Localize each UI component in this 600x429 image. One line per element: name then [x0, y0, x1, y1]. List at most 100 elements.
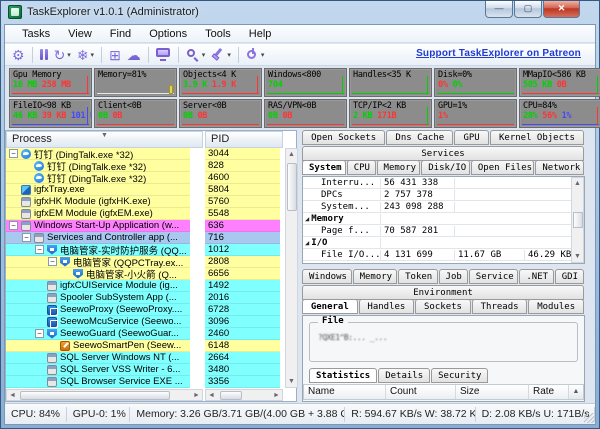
graph-panel-gpu-memory[interactable]: Gpu Memory16 MB 258 MB	[9, 68, 92, 97]
process-row[interactable]: −SeewoGuard (SeewoGuar...2460	[6, 328, 283, 340]
scroll-thumb[interactable]	[573, 212, 583, 228]
process-name-cell[interactable]: igfxEM Module (igfxEM.exe)	[6, 208, 190, 220]
menu-item-view[interactable]: View	[59, 26, 101, 42]
process-name-cell[interactable]: SQL Browser Service EXE ...	[6, 376, 190, 388]
tab-services[interactable]: Services	[302, 146, 584, 161]
process-name-cell[interactable]: −Windows Start-Up Application (w...	[6, 220, 190, 232]
process-row[interactable]: SQL Server VSS Writer - 6... 3480	[6, 364, 283, 376]
tree-expander-icon[interactable]: −	[35, 329, 44, 338]
process-name-cell[interactable]: Spooler SubSystem App (...	[6, 292, 190, 304]
process-pid-cell[interactable]: 1492	[205, 280, 280, 292]
tab-job[interactable]: Job	[439, 269, 468, 284]
tab-dns-cache[interactable]: Dns Cache	[386, 130, 453, 145]
process-vertical-scrollbar[interactable]: ▲ ▼	[285, 148, 298, 388]
tab-sockets[interactable]: Sockets	[415, 299, 471, 314]
graph-panel-handles-35-k[interactable]: Handles<35 K	[349, 68, 432, 97]
scroll-thumb[interactable]	[20, 391, 170, 400]
stats-col-name[interactable]: Name	[304, 385, 386, 399]
resize-grip[interactable]	[584, 413, 594, 423]
tab-details[interactable]: Details	[378, 368, 430, 383]
expanded-triangle-icon[interactable]: ◢	[305, 239, 309, 247]
process-row[interactable]: −电脑管家 (QQPCTray.ex...2808	[6, 256, 283, 268]
process-name-cell[interactable]: −Services and Controller app (...	[6, 232, 190, 244]
tab-modules[interactable]: Modules	[528, 299, 584, 314]
tree-expander-icon[interactable]: −	[48, 257, 57, 266]
system-stat-row[interactable]: Interru...56 431 338	[303, 177, 584, 189]
dropdown-caret-icon[interactable]: ▾	[227, 51, 231, 59]
scroll-down-icon[interactable]: ▼	[286, 376, 297, 387]
process-pid-cell[interactable]: 5804	[205, 184, 280, 196]
dropdown-caret-icon[interactable]: ▾	[202, 51, 206, 59]
menu-item-tools[interactable]: Tools	[196, 26, 240, 42]
pid-column-header[interactable]: PID	[205, 131, 283, 148]
tab-open-sockets[interactable]: Open Sockets	[302, 130, 385, 145]
tab-security[interactable]: Security	[431, 368, 488, 383]
process-row[interactable]: 电脑管家-小火箭 (Q...6656	[6, 268, 283, 280]
process-pid-cell[interactable]: 4600	[205, 172, 280, 184]
process-row[interactable]: SeewoMcuService (Seewo...3096	[6, 316, 283, 328]
process-pid-cell[interactable]: 5548	[205, 208, 280, 220]
scroll-left-icon[interactable]: ◄	[206, 390, 217, 401]
brush-icon[interactable]: ▾	[211, 46, 231, 64]
process-name-cell[interactable]: igfxHK Module (igfxHK.exe)	[6, 196, 190, 208]
graph-panel-fileio-98-kb[interactable]: FileIO<98 KB46 KB 39 KB 101 KB	[9, 99, 92, 128]
stats-col-rate[interactable]: Rate	[529, 385, 569, 399]
power-icon[interactable]: ▾	[246, 46, 265, 64]
process-row[interactable]: igfxHK Module (igfxHK.exe) 5760	[6, 196, 283, 208]
refresh-icon[interactable]: ↻▾	[54, 46, 71, 64]
process-name-cell[interactable]: SeewoMcuService (Seewo...	[6, 316, 190, 328]
process-row[interactable]: SQL Server Windows NT (...2664	[6, 352, 283, 364]
scroll-right-icon[interactable]: ►	[191, 390, 202, 401]
tree-expander-icon[interactable]: −	[9, 149, 18, 158]
scroll-left-icon[interactable]: ◄	[7, 390, 18, 401]
cloud-history-icon[interactable]: ☁	[127, 46, 141, 64]
graph-panel-gpu-1-[interactable]: GPU=1%1%	[434, 99, 517, 128]
monitor-icon[interactable]	[156, 46, 171, 64]
graph-panel-mmapio-586-kb[interactable]: MMapIO<586 KB505 KB 0B	[519, 68, 600, 97]
graph-panel-disk-0-[interactable]: Disk=0%0% 0%	[434, 68, 517, 97]
table-vertical-scrollbar[interactable]: ▲ ▼	[571, 177, 584, 263]
process-row[interactable]: −Windows Start-Up Application (w...636	[6, 220, 283, 232]
menu-item-options[interactable]: Options	[140, 26, 196, 42]
system-stat-row[interactable]: DPCs2 757 378	[303, 189, 584, 201]
stats-col-count[interactable]: Count	[386, 385, 456, 399]
expanded-triangle-icon[interactable]: ◢	[305, 215, 309, 223]
graph-panel-ras-vpn-0b[interactable]: RAS/VPN<0B0B 0B	[264, 99, 347, 128]
system-stat-row[interactable]: ◢Memory	[303, 213, 584, 225]
process-name-cell[interactable]: SQL Server Windows NT (...	[6, 352, 190, 364]
process-row[interactable]: igfxCUIService Module (ig... 1492	[6, 280, 283, 292]
process-row[interactable]: igfxTray.exe 5804	[6, 184, 283, 196]
process-row[interactable]: −钉钉 (DingTalk.exe *32)3044	[6, 148, 283, 160]
process-pid-cell[interactable]: 716	[205, 232, 280, 244]
process-row[interactable]: SeewoSmartPen (Seew...6148	[6, 340, 283, 352]
minimize-button[interactable]: —	[485, 1, 513, 18]
scroll-up-icon[interactable]: ▲	[286, 149, 297, 160]
dropdown-caret-icon[interactable]: ▾	[91, 51, 95, 59]
process-name-cell[interactable]: igfxTray.exe	[6, 184, 190, 196]
process-row[interactable]: Spooler SubSystem App (...2016	[6, 292, 283, 304]
tab-handles[interactable]: Handles	[359, 299, 415, 314]
process-name-cell[interactable]: 钉钉 (DingTalk.exe *32)	[6, 160, 190, 172]
tree-expander-icon[interactable]: −	[9, 221, 18, 230]
stats-col-size[interactable]: Size	[456, 385, 529, 399]
process-name-cell[interactable]: igfxCUIService Module (ig...	[6, 280, 190, 292]
process-pid-cell[interactable]: 3044	[205, 148, 280, 160]
tree-expander-icon[interactable]: −	[22, 233, 31, 242]
process-row[interactable]: −Services and Controller app (... 716	[6, 232, 283, 244]
dropdown-caret-icon[interactable]: ▾	[261, 51, 265, 59]
process-pid-cell[interactable]: 6148	[205, 340, 280, 352]
process-pid-cell[interactable]: 5760	[205, 196, 280, 208]
tab-memory[interactable]: Memory	[377, 160, 421, 175]
process-row[interactable]: −电脑管家-实时防护服务 (QQ...1012	[6, 244, 283, 256]
pid-horizontal-scrollbar[interactable]: ◄ ►	[205, 389, 283, 401]
process-pid-cell[interactable]: 6656	[205, 268, 280, 280]
scroll-right-icon[interactable]: ►	[271, 390, 282, 401]
process-pid-cell[interactable]: 3480	[205, 364, 280, 376]
pause-icon[interactable]	[40, 46, 48, 64]
process-name-cell[interactable]: −SeewoGuard (SeewoGuar...	[6, 328, 190, 340]
process-name-cell[interactable]: SQL Server VSS Writer - 6...	[6, 364, 190, 376]
tab-gdi[interactable]: GDI	[555, 269, 584, 284]
tab-statistics[interactable]: Statistics	[309, 368, 377, 383]
tab-environment[interactable]: Environment	[302, 285, 584, 300]
graph-panel-windows-800[interactable]: Windows<800704	[264, 68, 347, 97]
